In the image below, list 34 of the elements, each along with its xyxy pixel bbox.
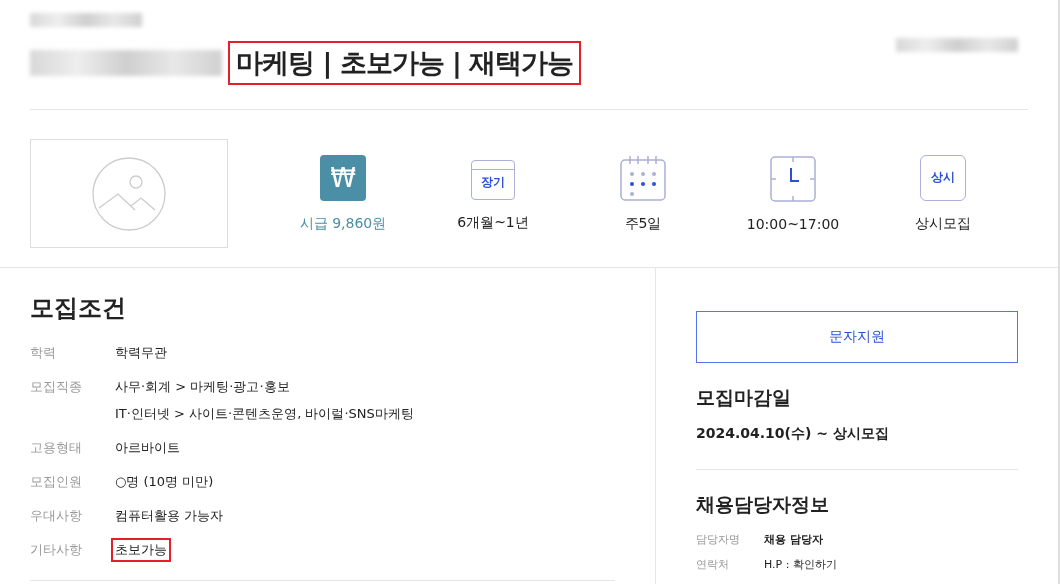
- field-label: 고용형태: [30, 439, 83, 457]
- job-title: 마케팅 | 초보가능 | 재택가능: [228, 41, 582, 85]
- field-value: 채용 담당자: [764, 532, 823, 547]
- field-value: 사무·회계 > 마케팅·광고·홍보: [114, 378, 291, 396]
- image-icon: [91, 155, 167, 232]
- summary-label: 6개월~1년: [457, 213, 529, 232]
- badge-icon: 상시: [920, 154, 966, 201]
- field-value: 학력무관: [114, 344, 168, 362]
- field-label: 기타사항: [30, 541, 83, 559]
- field-value: IT·인터넷 > 사이트·콘텐츠운영, 바이럴·SNS마케팅: [114, 405, 415, 423]
- deadline-text: 2024.04.10(수) ~ 상시모집: [696, 425, 890, 443]
- won-icon: ₩: [320, 154, 366, 201]
- apply-button[interactable]: 문자지원: [696, 311, 1018, 363]
- section-title: 모집조건: [30, 293, 127, 324]
- summary-label: 주5일: [624, 214, 662, 233]
- field-label: 우대사항: [30, 507, 83, 525]
- field-value: 초보가능: [111, 538, 171, 562]
- field-label: 모집직종: [30, 378, 83, 396]
- summary-label: 10:00~17:00: [746, 215, 840, 232]
- field-value: H.P : 확인하기: [764, 557, 837, 572]
- field-label: 모집인원: [30, 473, 83, 491]
- field-label: 연락처: [696, 557, 730, 572]
- summary-label: 상시모집: [915, 214, 971, 233]
- summary-label: 시급 9,860원: [299, 214, 387, 233]
- field-value: ○명 (10명 미만): [114, 473, 215, 491]
- field-value: 아르바이트: [114, 439, 181, 457]
- section-title: 모집마감일: [696, 385, 792, 410]
- calendar-icon: 장기: [471, 159, 515, 200]
- calendar-icon: [620, 154, 666, 201]
- field-label: 학력: [30, 344, 57, 362]
- field-label: 담당자명: [696, 532, 741, 547]
- section-title: 채용담당자정보: [696, 492, 830, 517]
- clock-icon: [770, 155, 816, 202]
- field-value: 컴퓨터활용 가능자: [114, 507, 225, 525]
